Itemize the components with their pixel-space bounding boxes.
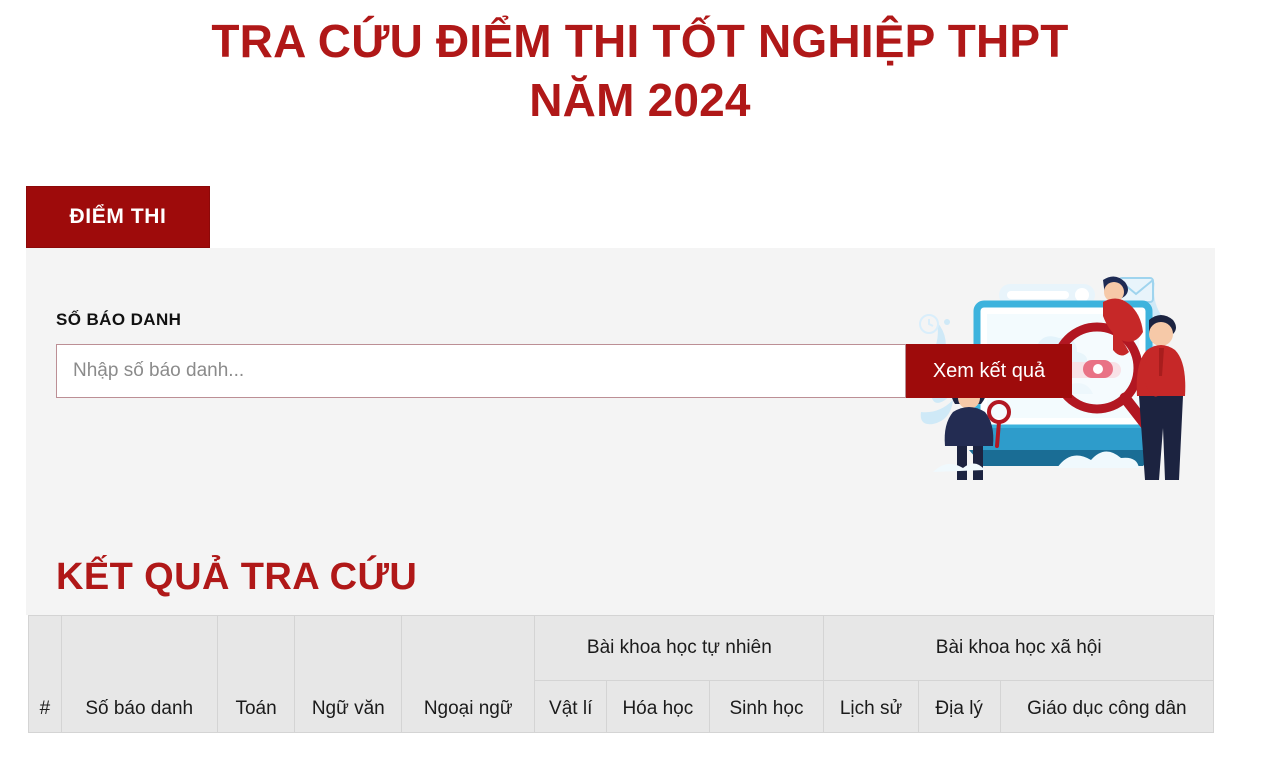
ground-cloud-decoration	[933, 451, 1139, 472]
col-header-ngoai-ngu: Ngoại ngữ	[401, 614, 536, 733]
col-header-hoa-hoc: Hóa học	[606, 680, 710, 733]
search-badge-icon	[1083, 359, 1113, 378]
person-man-figure	[1136, 314, 1186, 480]
results-table-head: # Số báo danh Toán Ngữ văn Ngoại ngữ Bài…	[28, 614, 1215, 733]
results-group-header-row: # Số báo danh Toán Ngữ văn Ngoại ngữ Bài…	[28, 614, 1214, 733]
col-header-lich-su: Lịch sử	[823, 680, 919, 733]
results-table-wrap: # Số báo danh Toán Ngữ văn Ngoại ngữ Bài…	[28, 614, 1215, 733]
floating-search-pill-icon	[999, 283, 1095, 306]
group-header-khtn: Bài khoa học tự nhiên	[534, 614, 825, 682]
col-header-toan: Toán	[216, 614, 296, 733]
sbd-input[interactable]	[56, 343, 906, 398]
col-header-gdcd: Giáo dục công dân	[999, 680, 1215, 733]
view-result-button[interactable]: Xem kết quả	[906, 343, 1072, 398]
search-panel: SỐ BÁO DANH Xem kết quả KẾT QUẢ TRA CỨU	[26, 247, 1215, 615]
page-title-line-1: TRA CỨU ĐIỂM THI TỐT NGHIỆP THPT	[211, 15, 1069, 67]
col-header-vat-li: Vật lí	[534, 680, 608, 733]
results-table: # Số báo danh Toán Ngữ văn Ngoại ngữ Bài…	[28, 614, 1215, 733]
envelope-icon	[1118, 276, 1154, 303]
tab-strip: ĐIỂM THI	[26, 185, 1280, 248]
col-header-sbd: Số báo danh	[60, 614, 218, 733]
col-header-ngu-van: Ngữ văn	[294, 614, 403, 733]
search-row: Xem kết quả	[56, 343, 1072, 398]
group-header-khxh: Bài khoa học xã hội	[823, 614, 1214, 682]
tab-diem-thi-label: ĐIỂM THI	[69, 204, 167, 228]
tab-diem-thi[interactable]: ĐIỂM THI	[26, 185, 210, 248]
results-heading: KẾT QUẢ TRA CỨU	[26, 537, 1215, 615]
page-title-line-2: NĂM 2024	[529, 73, 751, 126]
col-header-dia-ly: Địa lý	[917, 680, 1001, 733]
col-header-sinh-hoc: Sinh học	[708, 680, 825, 733]
search-panel-inner: SỐ BÁO DANH Xem kết quả	[26, 248, 1215, 538]
page-title: TRA CỨU ĐIỂM THI TỐT NGHIỆP THPT NĂM 202…	[0, 0, 1280, 130]
col-header-index: #	[28, 614, 62, 733]
sbd-label: SỐ BÁO DANH	[56, 309, 182, 329]
